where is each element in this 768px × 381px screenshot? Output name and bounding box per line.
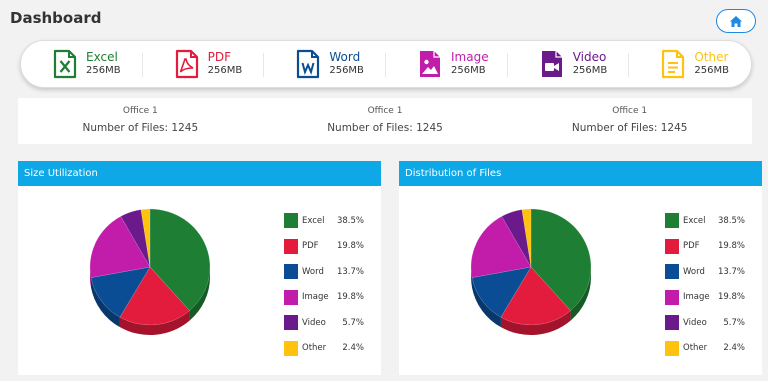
- file-types-bar: Excel 256MB PDF 256MB Word 256MB Image 2…: [20, 40, 752, 88]
- legend-item: Word 13.7%: [284, 259, 364, 285]
- legend-value: 38.5%: [717, 215, 745, 226]
- word-icon: [297, 49, 320, 79]
- file-type-name: Other: [694, 50, 729, 64]
- chart-legend: Excel 38.5% PDF 19.8% Word 13.7% Image 19.8%…: [665, 208, 745, 361]
- file-type-video[interactable]: Video 256MB: [508, 41, 630, 87]
- file-type-size: 256MB: [207, 65, 243, 76]
- legend-label: Image: [683, 292, 710, 303]
- file-type-name: PDF: [207, 50, 232, 64]
- office-name: Office 1: [612, 106, 648, 116]
- legend-swatch: [284, 289, 298, 305]
- legend-label: PDF: [683, 241, 700, 252]
- distribution-panel: Distribution of Files Excel 38.5% PDF 19.8…: [399, 161, 762, 375]
- legend-swatch: [665, 315, 679, 331]
- panel-title: Distribution of Files: [399, 161, 762, 186]
- file-type-size: 256MB: [694, 65, 729, 76]
- file-type-name: Video: [572, 50, 607, 64]
- file-type-name: Excel: [86, 50, 118, 64]
- image-icon: [420, 51, 441, 77]
- office-name: Office 1: [122, 106, 158, 116]
- legend-value: 2.4%: [723, 343, 745, 354]
- legend-swatch: [284, 315, 298, 331]
- legend-label: Video: [683, 317, 707, 328]
- size-utilization-panel: Size Utilization Excel 38.5% PDF 19.8% Wor…: [18, 161, 381, 375]
- legend-label: Word: [302, 266, 324, 277]
- file-type-word[interactable]: Word 256MB: [264, 41, 386, 87]
- legend-item: Video 5.7%: [284, 310, 364, 336]
- home-icon: [730, 15, 742, 27]
- file-type-other[interactable]: Other 256MB: [629, 41, 751, 87]
- legend-value: 2.4%: [342, 343, 364, 354]
- file-type-size: 256MB: [329, 65, 364, 76]
- legend-swatch: [665, 289, 679, 305]
- file-type-size: 256MB: [451, 65, 486, 76]
- legend-label: Excel: [683, 215, 706, 226]
- legend-item: Other 2.4%: [665, 336, 745, 362]
- legend-value: 19.8%: [336, 292, 364, 303]
- office-file-count: Number of Files: 1245: [82, 122, 199, 134]
- chart-legend: Excel 38.5% PDF 19.8% Word 13.7% Image 19.8%…: [284, 208, 364, 361]
- page-title: Dashboard: [10, 9, 102, 27]
- file-type-excel[interactable]: Excel 256MB: [21, 41, 143, 87]
- office-item: Office 1 Number of Files: 1245: [263, 98, 508, 144]
- legend-item: Image 19.8%: [284, 285, 364, 311]
- legend-swatch: [665, 264, 679, 280]
- legend-swatch: [665, 238, 679, 254]
- legend-swatch: [284, 264, 298, 280]
- legend-item: PDF 19.8%: [284, 234, 364, 260]
- file-type-pdf[interactable]: PDF 256MB: [143, 41, 265, 87]
- office-item: Office 1 Number of Files: 1245: [507, 98, 752, 144]
- legend-value: 13.7%: [717, 266, 745, 277]
- legend-swatch: [284, 238, 298, 254]
- legend-item: Excel 38.5%: [284, 208, 364, 234]
- file-type-name: Word: [329, 50, 361, 64]
- home-button[interactable]: [716, 9, 756, 33]
- file-type-name: Image: [451, 50, 489, 64]
- office-file-count: Number of Files: 1245: [327, 122, 443, 134]
- legend-label: Video: [302, 317, 326, 328]
- legend-value: 13.7%: [336, 266, 364, 277]
- file-type-size: 256MB: [572, 65, 608, 76]
- legend-item: Other 2.4%: [284, 336, 364, 362]
- file-type-image[interactable]: Image 256MB: [386, 41, 508, 87]
- pdf-icon: [175, 49, 198, 79]
- office-file-count: Number of Files: 1245: [571, 122, 688, 134]
- legend-item: Word 13.7%: [665, 259, 745, 285]
- size-pie-chart: [89, 208, 211, 335]
- legend-item: PDF 19.8%: [665, 234, 745, 260]
- legend-label: Excel: [302, 215, 325, 226]
- office-summary: Office 1 Number of Files: 1245 Office 1 …: [18, 98, 752, 144]
- other-file-icon: [662, 49, 685, 79]
- office-item: Office 1 Number of Files: 1245: [18, 98, 263, 144]
- legend-value: 38.5%: [336, 215, 364, 226]
- legend-value: 19.8%: [717, 241, 745, 252]
- legend-swatch: [665, 340, 679, 356]
- legend-label: Image: [302, 292, 329, 303]
- legend-swatch: [665, 213, 679, 229]
- office-name: Office 1: [367, 106, 403, 116]
- legend-value: 5.7%: [342, 317, 364, 328]
- legend-label: Other: [302, 343, 327, 354]
- legend-label: Other: [683, 343, 708, 354]
- legend-item: Excel 38.5%: [665, 208, 745, 234]
- legend-swatch: [284, 213, 298, 229]
- legend-swatch: [284, 340, 298, 356]
- legend-item: Image 19.8%: [665, 285, 745, 311]
- legend-label: PDF: [302, 241, 319, 252]
- file-type-size: 256MB: [86, 65, 121, 76]
- legend-item: Video 5.7%: [665, 310, 745, 336]
- legend-label: Word: [683, 266, 705, 277]
- legend-value: 19.8%: [717, 292, 745, 303]
- legend-value: 5.7%: [723, 317, 745, 328]
- distribution-pie-chart: [470, 208, 592, 335]
- excel-icon: [53, 49, 77, 79]
- panel-title: Size Utilization: [18, 161, 381, 186]
- video-icon: [541, 51, 562, 77]
- legend-value: 19.8%: [336, 241, 364, 252]
